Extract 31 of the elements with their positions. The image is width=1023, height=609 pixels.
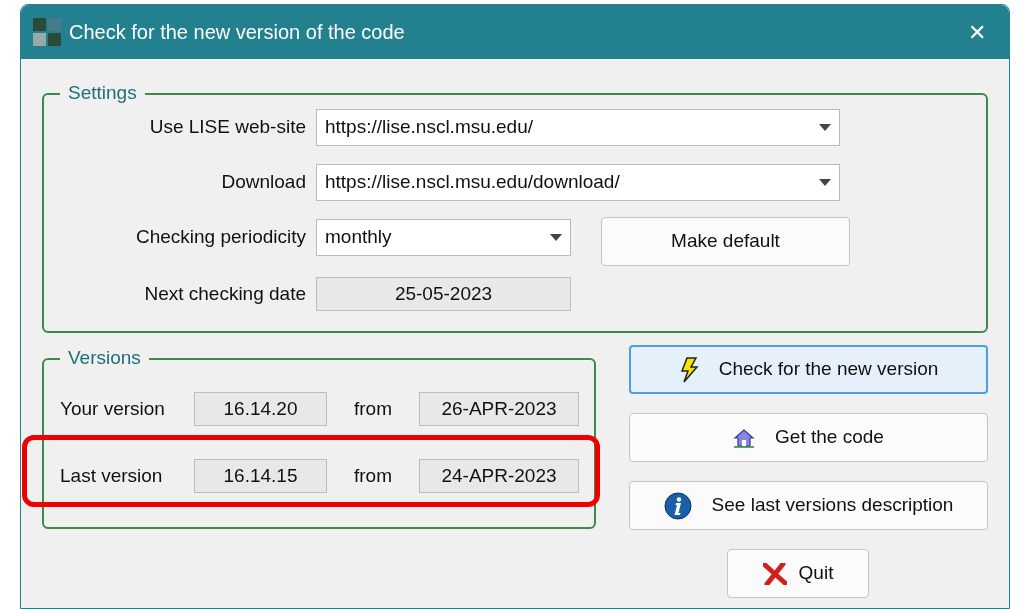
window-title: Check for the new version of the code xyxy=(69,20,406,45)
version-field: 16.14.15 xyxy=(194,459,327,493)
dropdown[interactable]: https://lise.nscl.msu.edu/ xyxy=(316,109,840,146)
field-label: Download xyxy=(220,170,307,195)
info-icon xyxy=(663,491,692,520)
dropdown[interactable]: monthly xyxy=(316,219,571,256)
dropdown-caret-icon xyxy=(819,124,831,131)
version-label: Last version xyxy=(60,463,164,488)
dropdown-caret-icon xyxy=(819,179,831,186)
app-logo-icon xyxy=(33,18,61,46)
dropdown[interactable]: https://lise.nscl.msu.edu/download/ xyxy=(316,164,840,201)
house-icon xyxy=(733,427,756,448)
field-label: Use LISE web-site xyxy=(148,115,307,140)
version-label: Your version xyxy=(60,396,166,421)
action-button[interactable]: Get the code xyxy=(629,413,988,462)
date-field: 24-APR-2023 xyxy=(419,459,579,493)
dropdown-caret-icon xyxy=(550,234,562,241)
field-label: Checking periodicity xyxy=(134,225,307,250)
version-field: 16.14.20 xyxy=(194,392,327,426)
field-label: Next checking date xyxy=(143,281,307,306)
cross-icon xyxy=(762,562,787,585)
action-button[interactable]: See last versions description xyxy=(629,481,988,530)
action-button[interactable]: Check for the new version xyxy=(629,345,988,394)
make-default-button[interactable]: Make default xyxy=(601,217,850,266)
close-button[interactable]: ✕ xyxy=(957,15,997,49)
from-label: from xyxy=(353,463,393,488)
quit-button[interactable]: Quit xyxy=(727,549,869,598)
date-field: 26-APR-2023 xyxy=(419,392,579,426)
from-label: from xyxy=(353,396,393,421)
lightning-icon xyxy=(678,356,699,383)
date-field: 25-05-2023 xyxy=(316,277,571,311)
